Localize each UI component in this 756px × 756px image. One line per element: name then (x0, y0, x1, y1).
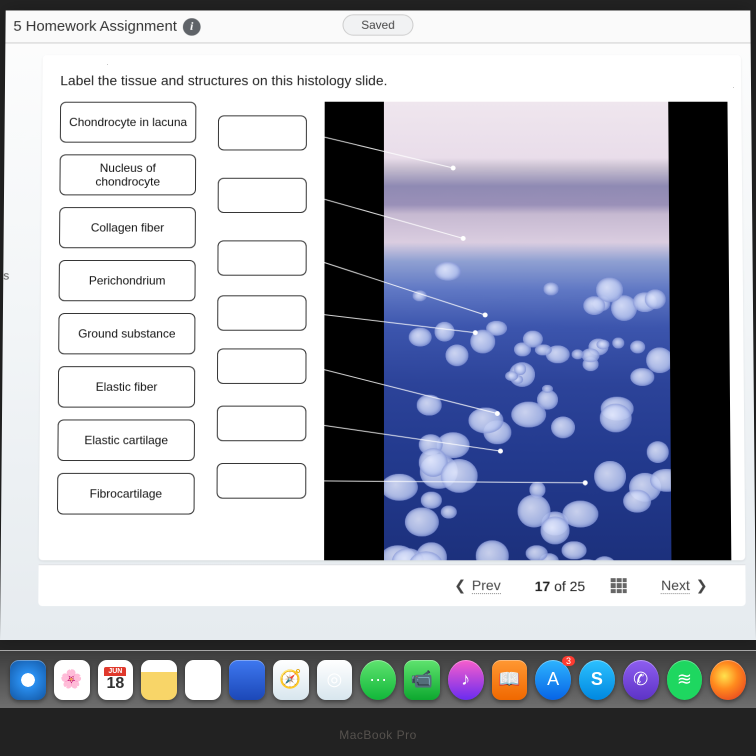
drop-slot[interactable] (217, 240, 306, 275)
label-tile[interactable]: Elastic cartilage (57, 419, 195, 461)
safari-icon[interactable] (10, 660, 46, 700)
appstore-badge: 3 (562, 656, 575, 666)
appstore-icon[interactable]: A 3 (535, 660, 571, 700)
pagination-footer: ❮ Prev 17 of 25 Next ❯ (38, 564, 745, 606)
label-tile[interactable]: Ground substance (58, 313, 195, 354)
prev-label: Prev (472, 577, 501, 594)
of-label: of (554, 578, 566, 594)
firefox-icon[interactable] (710, 660, 746, 700)
label-tile[interactable]: Perichondrium (59, 260, 196, 301)
next-button[interactable]: Next ❯ (653, 573, 716, 598)
total-pages: 25 (570, 578, 586, 594)
activity-icon[interactable]: ◎ (317, 660, 353, 700)
histology-figure (324, 102, 731, 561)
calendar-icon[interactable]: JUN 18 (98, 660, 134, 700)
chevron-right-icon: ❯ (696, 577, 708, 594)
drop-slot[interactable] (217, 406, 307, 442)
reminders-icon[interactable]: ⋮⋮ (185, 660, 221, 700)
itunes-icon[interactable]: ♪ (448, 660, 484, 700)
prev-button[interactable]: ❮ Prev (446, 573, 509, 598)
spotify-icon[interactable]: ≋ (667, 660, 703, 700)
drop-slot[interactable] (217, 295, 306, 330)
instruction-text: Label the tissue and structures on this … (60, 73, 727, 89)
label-tile[interactable]: Elastic fiber (58, 366, 195, 407)
next-label: Next (661, 577, 690, 594)
saved-status-badge: Saved (343, 14, 414, 35)
drop-slot[interactable] (218, 115, 307, 150)
info-icon[interactable]: i (183, 18, 201, 35)
chevron-left-icon: ❮ (454, 577, 466, 594)
messages-icon[interactable]: ··· (360, 660, 396, 700)
current-page: 17 (535, 578, 551, 594)
facetime-icon[interactable]: 📹 (404, 660, 440, 700)
drop-slot[interactable] (218, 178, 307, 213)
question-card: Label the tissue and structures on this … (39, 55, 746, 560)
label-tile[interactable]: Collagen fiber (59, 207, 196, 248)
grid-view-icon[interactable] (611, 578, 627, 594)
calendar-day: 18 (106, 676, 124, 692)
macbook-label: MacBook Pro (0, 728, 756, 742)
notes-icon[interactable] (141, 660, 177, 700)
histology-image (384, 102, 672, 561)
skype-icon[interactable]: S (579, 660, 615, 700)
label-tile[interactable]: Nucleus of chondrocyte (59, 154, 196, 195)
label-tile[interactable]: Chondrocyte in lacuna (60, 102, 197, 143)
maps-icon[interactable]: 🧭 (273, 660, 309, 700)
ibooks-icon[interactable]: 📖 (492, 660, 528, 700)
drop-slot[interactable] (217, 348, 307, 383)
macos-dock: 🌸 JUN 18 ⋮⋮ 🧭 ◎ ··· 📹 ♪ 📖 A 3 S ✆ ≋ (0, 650, 756, 708)
label-workarea: Chondrocyte in lacuna Nucleus of chondroc… (57, 102, 731, 515)
photos-icon[interactable]: 🌸 (54, 660, 90, 700)
drop-slot[interactable] (217, 463, 307, 499)
page-indicator: 17 of 25 (535, 578, 586, 594)
label-tile[interactable]: Fibrocartilage (57, 473, 195, 515)
keynote-icon[interactable] (229, 660, 265, 700)
page-edge-text: s (3, 269, 9, 283)
page-title: 5 Homework Assignment (13, 18, 177, 34)
viber-icon[interactable]: ✆ (623, 660, 659, 700)
